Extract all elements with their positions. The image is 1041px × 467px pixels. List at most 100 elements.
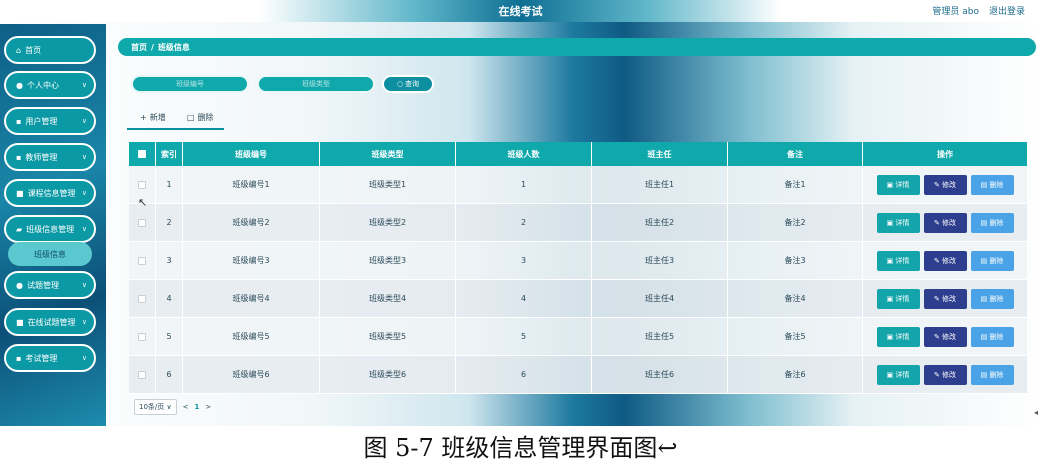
delete-row-button[interactable]: ▤ 删除 xyxy=(970,250,1014,271)
column-header-actions: 操作 xyxy=(937,149,953,159)
column-header-count: 班级人数 xyxy=(456,142,592,166)
trash-icon: ▤ xyxy=(980,332,990,341)
breadcrumb-home[interactable]: 首页 xyxy=(131,42,147,53)
sidebar-item-home[interactable]: ⌂ 首页 xyxy=(4,36,96,64)
sidebar-item-class-management[interactable]: ▰ 班级信息管理 ∨ xyxy=(4,215,96,243)
add-button[interactable]: + 新增 xyxy=(140,112,166,123)
sidebar-item-personal-center[interactable]: ● 个人中心 ∨ xyxy=(4,71,96,99)
cell-teacher: 班主任2 xyxy=(592,204,728,241)
row-checkbox[interactable] xyxy=(138,218,146,227)
detail-button[interactable]: ▣ 详情 xyxy=(876,174,920,195)
cell-note: 备注4 xyxy=(728,280,863,317)
row-checkbox[interactable] xyxy=(138,370,146,379)
home-icon: ⌂ xyxy=(16,45,22,55)
edit-button-label: 修改 xyxy=(942,294,957,303)
cell-index: 2 xyxy=(156,204,183,241)
edit-button[interactable]: ✎ 修改 xyxy=(923,212,967,233)
delete-row-button[interactable]: ▤ 删除 xyxy=(970,364,1014,385)
row-checkbox[interactable] xyxy=(138,256,146,265)
cell-count: 2 xyxy=(456,204,592,241)
column-header-teacher: 班主任 xyxy=(592,142,728,166)
cell-count: 4 xyxy=(456,280,592,317)
query-button[interactable]: ○ 查询 xyxy=(382,75,434,93)
sidebar-item-online-question-management[interactable]: ■ 在线试题管理 ∨ xyxy=(4,308,96,336)
delete-button[interactable]: □ 删除 xyxy=(187,112,214,123)
pencil-icon: ✎ xyxy=(933,180,943,189)
cell-class-no: 班级编号5 xyxy=(183,318,320,355)
page-size-label: 10条/页 xyxy=(139,403,165,411)
sidebar-item-question-management[interactable]: ● 试题管理 ∨ xyxy=(4,271,96,299)
cell-index: 6 xyxy=(156,356,183,393)
sidebar-item-label: 考试管理 xyxy=(25,353,58,363)
cell-actions: ▣ 详情 ✎ 修改 ▤ 删除 xyxy=(863,318,1027,355)
page-size-select[interactable]: 10条/页 ∨ xyxy=(134,399,177,415)
delete-row-button-label: 删除 xyxy=(989,256,1004,265)
figure-caption: 图 5-7 班级信息管理界面图↩ xyxy=(363,434,678,462)
cell-actions: ▣ 详情 ✎ 修改 ▤ 删除 xyxy=(863,242,1027,279)
cell-class-type: 班级类型4 xyxy=(320,280,456,317)
sidebar-item-exam-management[interactable]: ▪ 考试管理 ∨ xyxy=(4,344,96,372)
column-header-note: 备注 xyxy=(728,142,863,166)
cell-note: 备注2 xyxy=(728,204,863,241)
delete-row-button[interactable]: ▤ 删除 xyxy=(970,326,1014,347)
delete-row-button-label: 删除 xyxy=(989,218,1004,227)
chevron-down-icon: ∨ xyxy=(81,354,87,362)
delete-row-button[interactable]: ▤ 删除 xyxy=(970,174,1014,195)
table-row: 5 班级编号5 班级类型5 5 班主任5 备注5 ▣ 详情 ✎ 修改 ▤ 删除 xyxy=(129,318,1027,356)
delete-row-button[interactable]: ▤ 删除 xyxy=(970,288,1014,309)
detail-button[interactable]: ▣ 详情 xyxy=(876,364,920,385)
sidebar-subitem-class-info[interactable]: 班级信息 xyxy=(8,242,92,266)
detail-button[interactable]: ▣ 详情 xyxy=(876,326,920,347)
pagination: 10条/页 ∨ < 1 > xyxy=(134,399,211,415)
sidebar-item-label: 试题管理 xyxy=(26,280,59,290)
cell-index: 4 xyxy=(156,280,183,317)
edit-button-label: 修改 xyxy=(942,218,957,227)
table-header: 索引 班级编号 班级类型 班级人数 班主任 备注 操作 xyxy=(129,142,1027,166)
user-label[interactable]: 管理员 abo xyxy=(932,4,979,17)
row-checkbox[interactable] xyxy=(138,294,146,303)
detail-button-label: 详情 xyxy=(895,370,910,379)
edit-button[interactable]: ✎ 修改 xyxy=(923,288,967,309)
book-icon: ■ xyxy=(16,188,24,198)
cell-class-type: 班级类型1 xyxy=(320,166,456,203)
class-type-search-input[interactable]: 班级类型 xyxy=(257,75,375,93)
edit-button[interactable]: ✎ 修改 xyxy=(923,364,967,385)
breadcrumb: 首页 / 班级信息 xyxy=(118,38,1036,56)
edit-button[interactable]: ✎ 修改 xyxy=(923,250,967,271)
scroll-arrow-icon[interactable]: ◂ xyxy=(1034,408,1038,417)
cell-actions: ▣ 详情 ✎ 修改 ▤ 删除 xyxy=(863,166,1027,203)
cell-class-type: 班级类型6 xyxy=(320,356,456,393)
detail-button[interactable]: ▣ 详情 xyxy=(876,212,920,233)
query-button-label: 查询 xyxy=(405,80,420,88)
prev-page-button[interactable]: < xyxy=(183,403,189,411)
detail-icon: ▣ xyxy=(886,370,896,379)
detail-button[interactable]: ▣ 详情 xyxy=(876,250,920,271)
next-page-button[interactable]: > xyxy=(205,403,211,411)
cell-class-type: 班级类型3 xyxy=(320,242,456,279)
edit-button-label: 修改 xyxy=(942,256,957,265)
trash-icon: ▤ xyxy=(980,180,990,189)
sidebar-item-course-management[interactable]: ■ 课程信息管理 ∨ xyxy=(4,179,96,207)
current-page[interactable]: 1 xyxy=(195,403,200,411)
sidebar-item-user-management[interactable]: ▪ 用户管理 ∨ xyxy=(4,107,96,135)
logout-link[interactable]: 退出登录 xyxy=(989,4,1025,17)
chevron-down-icon: ∨ xyxy=(81,281,87,289)
add-button-label: 新增 xyxy=(149,113,166,122)
edit-button[interactable]: ✎ 修改 xyxy=(923,326,967,347)
cell-note: 备注5 xyxy=(728,318,863,355)
edit-button-label: 修改 xyxy=(942,332,957,341)
detail-button[interactable]: ▣ 详情 xyxy=(876,288,920,309)
app-title: 在线考试 xyxy=(498,5,543,18)
cell-class-no: 班级编号6 xyxy=(183,356,320,393)
row-checkbox[interactable] xyxy=(138,180,146,189)
toolbar-underline xyxy=(127,128,224,130)
delete-row-button[interactable]: ▤ 删除 xyxy=(970,212,1014,233)
cell-note: 备注6 xyxy=(728,356,863,393)
class-no-search-input[interactable]: 班级编号 xyxy=(131,75,249,93)
sidebar-item-teacher-management[interactable]: ▪ 教师管理 ∨ xyxy=(4,143,96,171)
select-all-checkbox[interactable] xyxy=(138,150,146,158)
search-icon: ○ xyxy=(396,80,404,88)
header-select-all[interactable] xyxy=(129,142,156,166)
edit-button[interactable]: ✎ 修改 xyxy=(923,174,967,195)
row-checkbox[interactable] xyxy=(138,332,146,341)
